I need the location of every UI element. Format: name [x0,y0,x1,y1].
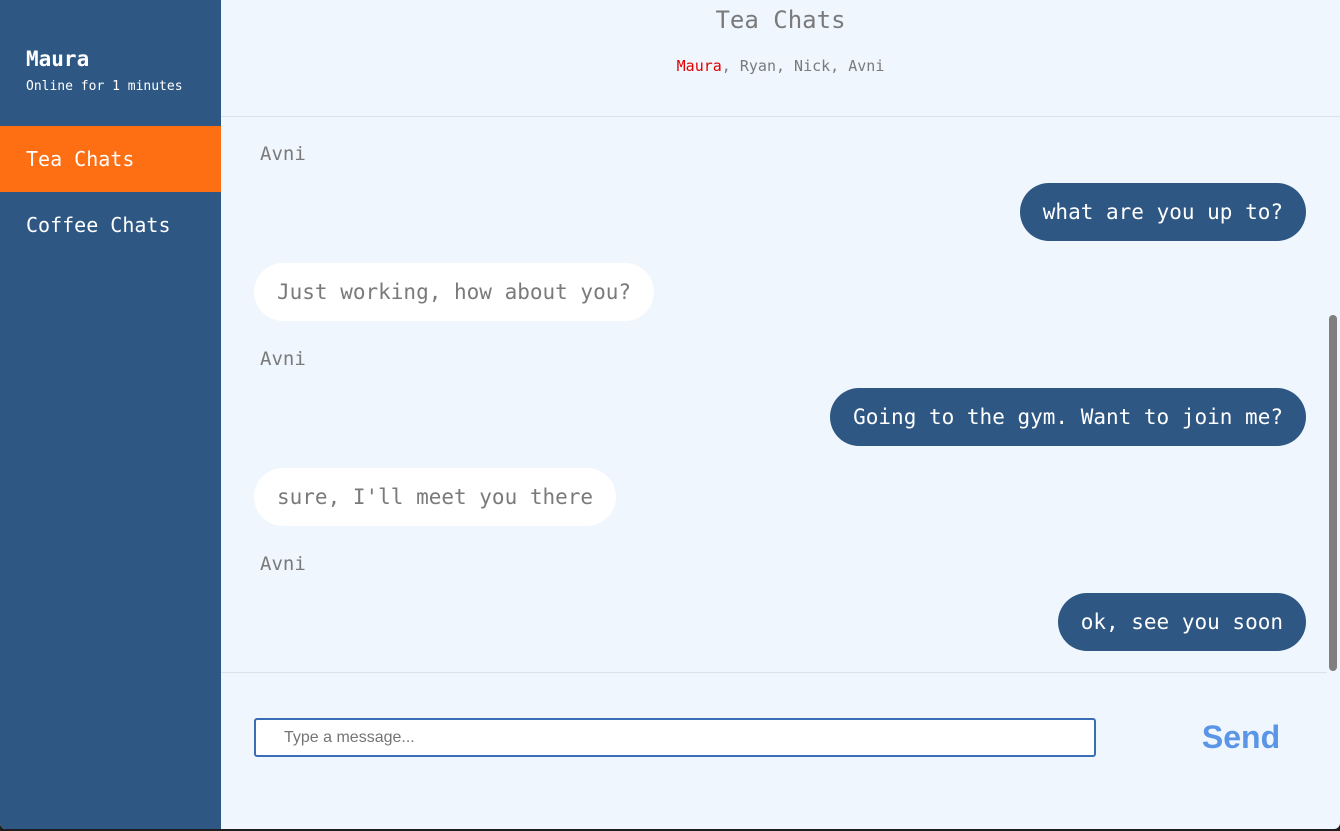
sidebar: Maura Online for 1 minutes Tea Chats Cof… [0,0,221,829]
send-button[interactable]: Send [1186,714,1296,760]
chat-header: Tea Chats Maura, Ryan, Nick, Avni [221,0,1340,117]
message-sender: Avni [260,348,306,370]
sidebar-item-tea-chats[interactable]: Tea Chats [0,126,221,192]
message-bubble-outgoing: Going to the gym. Want to join me? [830,388,1306,446]
message-bubble-incoming: Just working, how about you? [254,263,655,321]
sidebar-item-coffee-chats[interactable]: Coffee Chats [0,192,221,258]
message-sender: Avni [260,553,306,575]
message-bubble-incoming: sure, I'll meet you there [254,468,617,526]
message-bubble-outgoing: ok, see you soon [1057,593,1306,651]
user-name: Maura [26,47,90,71]
scrollbar-thumb[interactable] [1329,315,1337,671]
chat-main: Tea Chats Maura, Ryan, Nick, Avni Avni w… [221,0,1340,829]
room-title: Tea Chats [715,6,846,34]
user-status: Online for 1 minutes [26,79,183,94]
message-input[interactable] [254,718,1096,757]
message-composer: Send [221,674,1340,829]
member-self: Maura [676,57,722,75]
message-bubble-outgoing: what are you up to? [1019,183,1306,241]
user-profile: Maura Online for 1 minutes [0,0,221,126]
message-scrollbar[interactable] [1327,117,1340,673]
message-sender: Avni [260,143,306,165]
member-list: Maura, Ryan, Nick, Avni [221,56,1340,76]
message-list: Avni what are you up to? Just working, h… [221,117,1340,673]
chat-app: Maura Online for 1 minutes Tea Chats Cof… [0,0,1340,829]
member-others: , Ryan, Nick, Avni [721,57,885,75]
